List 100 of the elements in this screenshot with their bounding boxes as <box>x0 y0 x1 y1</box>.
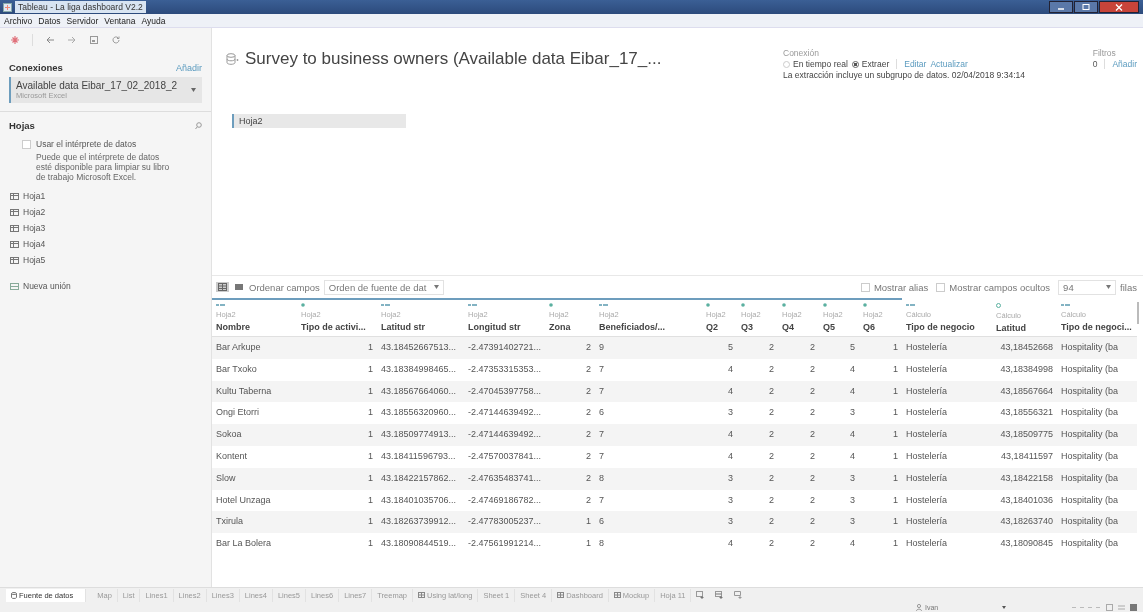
connections-heading: Conexiones <box>9 62 63 73</box>
sheet-item[interactable]: Hoja2 <box>0 204 211 220</box>
number-type-icon <box>823 303 827 307</box>
table-cell-text: 1 <box>585 537 592 551</box>
data-source-title[interactable]: Survey to business owners (Available data Eibar_17_... <box>245 49 662 69</box>
table-cell-text: 43.18401035706... <box>380 493 458 507</box>
filmstrip-icon[interactable] <box>1118 603 1125 611</box>
table-cell-text: 4 <box>727 384 734 398</box>
table-cell-text: 1 <box>892 471 899 485</box>
table-cell-text: 6 <box>598 515 605 529</box>
table-cell-text: 43.18452667513... <box>380 341 458 354</box>
table-cell-text: 2 <box>809 362 816 376</box>
menu-item[interactable]: Archivo <box>4 15 33 26</box>
new-sheet-icon[interactable] <box>696 591 706 599</box>
table-cell-text: 43.18090844519... <box>380 537 458 551</box>
sheet-sorter-icon[interactable] <box>1106 603 1113 611</box>
number-type-icon <box>741 303 745 307</box>
sort-dropdown[interactable]: Orden de fuente de dat <box>323 279 445 295</box>
table-cell-text: 2 <box>585 450 592 463</box>
new-dashboard-icon[interactable] <box>715 591 725 599</box>
interpreter-hint: Puede que el intérprete de datos esté disponible para limpiar su libro de trabajo Microsoft Excel. <box>36 152 171 182</box>
table-cell-text: Sokoa <box>215 428 243 442</box>
connection-label: Conexión <box>783 48 820 58</box>
table-cell-text: Hospitality (ba <box>1060 406 1120 420</box>
search-icon[interactable] <box>195 121 202 130</box>
table-cell-text: 1 <box>892 362 899 376</box>
filters-label: Filtros <box>1092 48 1117 58</box>
number-type-icon <box>549 303 553 307</box>
rows-dropdown[interactable]: 94 <box>1058 279 1117 295</box>
column-name: Q6 <box>863 322 876 332</box>
table-cell-text: -2.47144639492... <box>467 406 543 420</box>
table-cell-text: 3 <box>849 515 856 529</box>
sheet-item[interactable]: Hoja3 <box>0 220 211 236</box>
table-cell-text: 1 <box>367 471 374 485</box>
table-cell-text: Hostelería <box>905 406 949 420</box>
checkbox[interactable] <box>22 139 31 149</box>
menu-item[interactable]: Ventana <box>104 15 136 26</box>
list-view-button[interactable] <box>233 282 245 292</box>
sheet-navigation-icon[interactable] <box>1071 604 1101 610</box>
column-name: Q4 <box>782 322 795 332</box>
table-cell-text: 4 <box>727 450 734 463</box>
table-cell-text: 1 <box>367 537 374 551</box>
table-icon <box>10 208 19 216</box>
sheet-item[interactable]: Hoja4 <box>0 236 211 252</box>
list-icon <box>235 283 243 291</box>
table-cell-text: 4 <box>727 537 734 551</box>
radio-option[interactable]: En tiempo real <box>783 59 848 69</box>
radio-option[interactable]: Extraer <box>851 59 890 69</box>
checkbox[interactable] <box>936 282 946 292</box>
scrollbar[interactable] <box>1137 302 1139 324</box>
table-cell-text: -2.47570037841... <box>467 450 543 463</box>
close-button[interactable] <box>1099 1 1139 13</box>
checkbox[interactable] <box>860 282 870 292</box>
tabs-view-icon[interactable] <box>1130 603 1137 611</box>
table-cell-text: 1 <box>892 515 899 529</box>
table-cell-text: 43,18401036 <box>999 493 1054 507</box>
table-cell-text: 2 <box>809 515 816 529</box>
forward-icon[interactable] <box>67 35 77 45</box>
grid-icon <box>557 592 565 598</box>
grid-icon <box>613 592 621 598</box>
new-story-icon[interactable] <box>734 591 744 599</box>
sheet-item[interactable]: Hoja1 <box>0 188 211 204</box>
connection-name: Available data Eibar_17_02_2018_2 <box>16 80 178 91</box>
table-cell-text: Hospitality (ba <box>1060 450 1120 463</box>
sheets-heading: Hojas <box>9 120 35 131</box>
save-icon[interactable] <box>89 35 99 45</box>
table-pill[interactable]: Hoja2 <box>232 114 406 128</box>
new-union-item[interactable]: Nueva unión <box>0 278 211 294</box>
back-icon[interactable] <box>45 35 55 45</box>
maximize-button[interactable] <box>1074 1 1098 13</box>
menu-item[interactable]: Ayuda <box>141 15 166 26</box>
table-cell-text: 4 <box>849 384 856 398</box>
number-type-icon <box>301 303 305 307</box>
table-cell-text: 43,18411597 <box>1000 450 1054 463</box>
menu-item[interactable]: Datos <box>38 15 61 26</box>
table-cell-text: Hospitality (ba <box>1060 428 1120 442</box>
number-type-icon <box>706 303 710 307</box>
radio-button[interactable] <box>851 60 859 68</box>
number-type-icon <box>782 303 786 307</box>
table-cell-text: 7 <box>598 450 605 463</box>
table-cell-text: 4 <box>849 362 856 376</box>
table-cell-text: 2 <box>585 384 592 398</box>
table-cell-text: 2 <box>768 341 775 354</box>
table-cell-text: 7 <box>598 493 605 507</box>
minimize-button[interactable] <box>1049 1 1073 13</box>
grid-view-button[interactable] <box>216 282 229 292</box>
sheet-item[interactable]: Hoja5 <box>0 252 211 268</box>
table-cell-text: 43.18411596793... <box>380 450 457 463</box>
table-cell-text: 3 <box>727 515 734 529</box>
table-cell-text: 8 <box>598 537 605 551</box>
table-cell-text: Hostelería <box>905 362 949 376</box>
string-type-icon <box>906 303 915 307</box>
menu-item[interactable]: Servidor <box>66 15 99 26</box>
table-cell-text: 2 <box>809 450 816 463</box>
refresh-icon[interactable] <box>111 35 121 45</box>
table-cell-text: 2 <box>768 428 775 442</box>
column-name: Q5 <box>823 322 836 332</box>
table-cell-text: Slow <box>215 471 237 485</box>
table-cell-text: 2 <box>768 450 775 463</box>
table-cell-text: 4 <box>727 362 734 376</box>
